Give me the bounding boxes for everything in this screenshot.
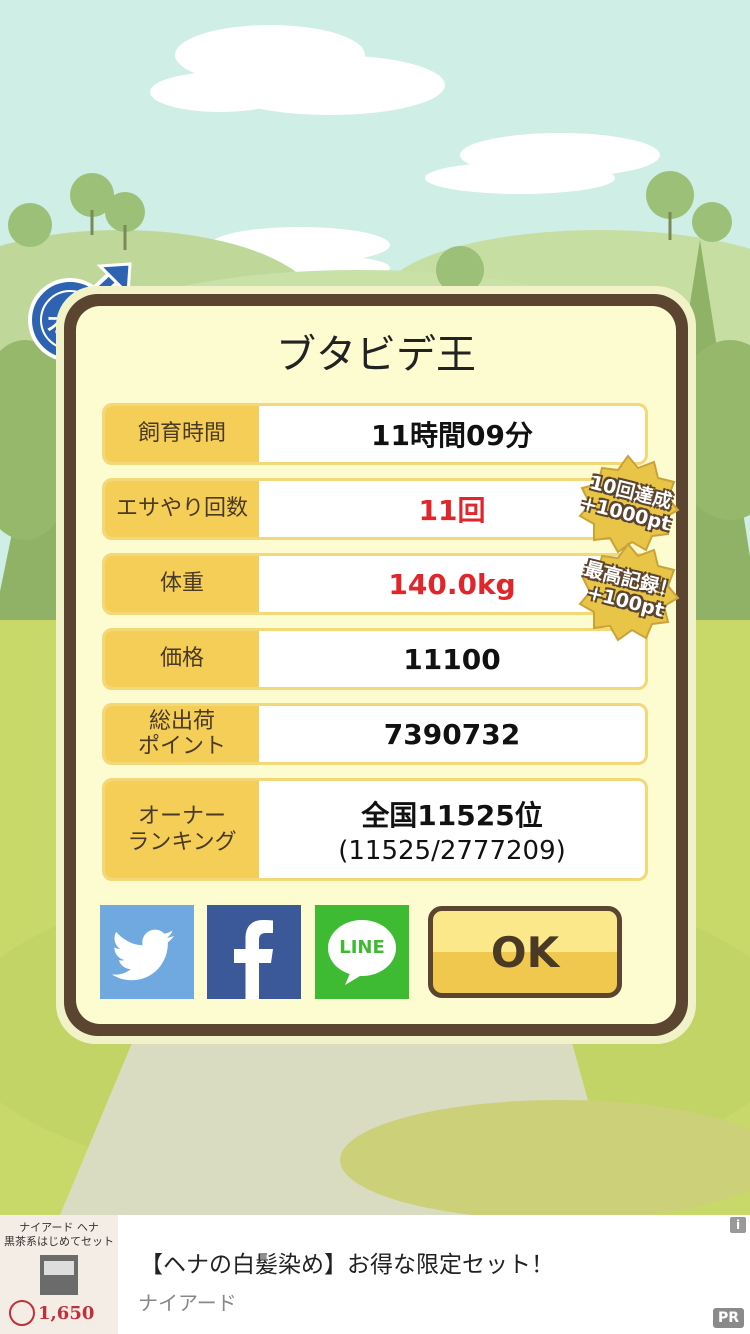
stat-row-feeding-time: 飼育時間 11時間09分 (102, 403, 648, 465)
ad-title[interactable]: 【ヘナの白髪染め】お得な限定セット！ (140, 1245, 554, 1279)
ad-thumbnail: ナイアード ヘナ 黒茶系はじめてセット 1,650 (0, 1215, 118, 1334)
stat-label: オーナー ランキング (105, 781, 259, 878)
stat-row-owner-ranking: オーナー ランキング 全国11525位 (11525/2777209) (102, 778, 648, 881)
stat-value: 全国11525位 (11525/2777209) (338, 798, 566, 866)
stat-row-price: 価格 11100 (102, 628, 648, 690)
stat-row-total-points: 総出荷 ポイント 7390732 (102, 703, 648, 765)
line-label: LINE (339, 937, 385, 958)
facebook-f-icon (234, 920, 273, 999)
stat-row-feed-count: エサやり回数 11回 (102, 478, 648, 540)
stat-row-weight: 体重 140.0kg (102, 553, 648, 615)
ad-pr-label: PR (712, 1308, 744, 1328)
pig-name-title: ブタビデ王 (276, 332, 476, 378)
ad-source: ナイアード (138, 1291, 237, 1315)
twitter-share-button[interactable] (100, 905, 194, 999)
ad-banner[interactable]: ナイアード ヘナ 黒茶系はじめてセット 1,650 【ヘナの白髪染め】お得な限定… (0, 1215, 750, 1334)
ad-thumbnail-price: 1,650 (38, 1303, 95, 1324)
ok-button[interactable]: OK (428, 906, 622, 998)
bonus-badge-record: 最高記録！ +100pt (576, 540, 680, 644)
stat-value: 7390732 (383, 717, 521, 751)
stat-label: 体重 (105, 556, 259, 612)
ranking-detail: (11525/2777209) (338, 835, 566, 866)
ad-info-icon[interactable]: i (730, 1217, 746, 1233)
stat-label: 飼育時間 (105, 406, 259, 462)
stat-label: 価格 (105, 631, 259, 687)
twitter-bird-icon (111, 929, 175, 981)
line-share-button[interactable]: LINE (315, 905, 409, 999)
stat-label: エサやり回数 (105, 481, 259, 537)
facebook-share-button[interactable] (207, 905, 301, 999)
stat-label: 総出荷 ポイント (105, 706, 259, 762)
